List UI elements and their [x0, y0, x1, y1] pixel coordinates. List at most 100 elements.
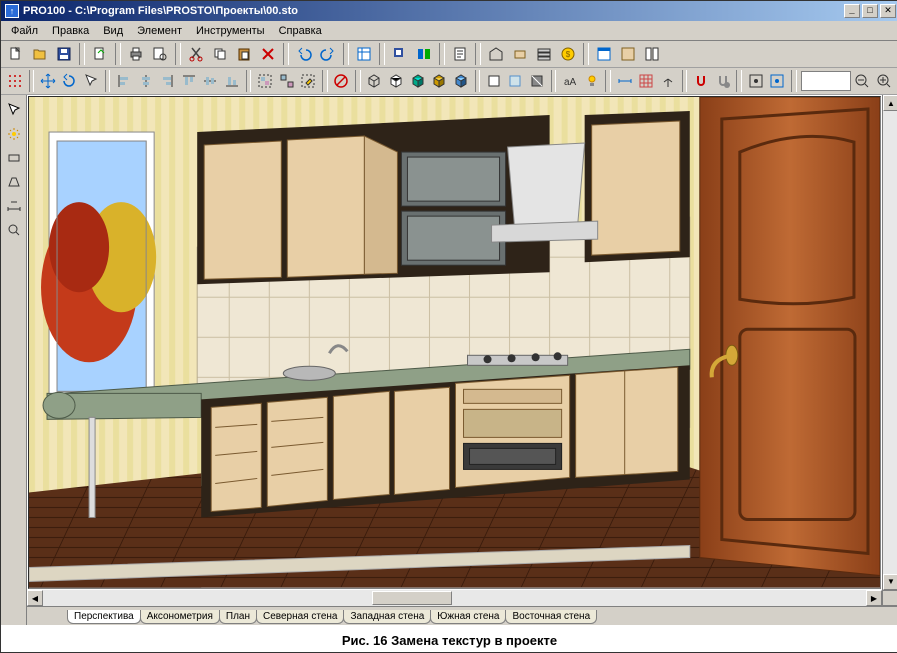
auto-center-button[interactable] — [768, 70, 788, 92]
svg-text:aA: aA — [564, 77, 577, 88]
piece-list-button[interactable] — [533, 43, 555, 65]
scroll-left-button[interactable]: ◀ — [27, 590, 43, 606]
tab-south-wall[interactable]: Южная стена — [430, 610, 506, 624]
menu-view[interactable]: Вид — [97, 23, 129, 39]
undo-button[interactable] — [293, 43, 315, 65]
zoom-tool-button[interactable] — [3, 219, 25, 241]
tab-north-wall[interactable]: Северная стена — [256, 610, 345, 624]
snap-on-button[interactable] — [691, 70, 711, 92]
align-left-button[interactable] — [114, 70, 134, 92]
app-window: ↑ PRO100 - C:\Program Files\PROSTO\Проек… — [1, 1, 897, 625]
tab-east-wall[interactable]: Восточная стена — [505, 610, 597, 624]
save-element-button[interactable] — [389, 43, 411, 65]
scroll-down-button[interactable]: ▼ — [883, 574, 897, 590]
zoom-input[interactable] — [801, 71, 851, 91]
reports-button[interactable] — [449, 43, 471, 65]
view-wireframe-button[interactable] — [365, 70, 385, 92]
title-bar: ↑ PRO100 - C:\Program Files\PROSTO\Проек… — [1, 1, 897, 21]
new-element-button[interactable] — [509, 43, 531, 65]
scroll-h-track[interactable] — [43, 590, 866, 606]
scroll-right-button[interactable]: ▶ — [866, 590, 882, 606]
menu-edit[interactable]: Правка — [46, 23, 95, 39]
scroll-up-button[interactable]: ▲ — [883, 95, 897, 111]
dimensions-button[interactable] — [615, 70, 635, 92]
align-right-button[interactable] — [158, 70, 178, 92]
rotate-tool-button[interactable] — [60, 70, 80, 92]
library-window-button[interactable] — [593, 43, 615, 65]
import-button[interactable] — [89, 43, 111, 65]
new-file-button[interactable] — [5, 43, 27, 65]
lights-button[interactable] — [582, 70, 602, 92]
tab-perspective[interactable]: Перспектива — [67, 610, 141, 624]
paste-button[interactable] — [233, 43, 255, 65]
snap-settings-button[interactable] — [713, 70, 733, 92]
snap-grid-button[interactable] — [5, 70, 25, 92]
view-textures-button[interactable] — [429, 70, 449, 92]
contours-button[interactable] — [484, 70, 504, 92]
menu-element[interactable]: Элемент — [131, 23, 188, 39]
print-preview-button[interactable] — [149, 43, 171, 65]
transparent-button[interactable] — [506, 70, 526, 92]
left-toolbar — [1, 95, 27, 625]
delete-button[interactable] — [257, 43, 279, 65]
room-button[interactable] — [485, 43, 507, 65]
align-bottom-button[interactable] — [222, 70, 242, 92]
menu-tools[interactable]: Инструменты — [190, 23, 271, 39]
dimension-tool-button[interactable] — [3, 195, 25, 217]
window-title: PRO100 - C:\Program Files\PROSTO\Проекты… — [23, 5, 298, 17]
tab-west-wall[interactable]: Западная стена — [343, 610, 431, 624]
view-tabs: Перспектива Аксонометрия План Северная с… — [27, 606, 897, 625]
align-top-button[interactable] — [179, 70, 199, 92]
align-center-v-button[interactable] — [201, 70, 221, 92]
light-tool-button[interactable] — [3, 123, 25, 145]
structure-window-button[interactable] — [641, 43, 663, 65]
shading-button[interactable] — [527, 70, 547, 92]
pointer-tool-button[interactable] — [3, 99, 25, 121]
menu-file[interactable]: Файл — [5, 23, 44, 39]
figure-caption: Рис. 16 Замена текстур в проекте — [1, 625, 897, 652]
group-button[interactable] — [255, 70, 275, 92]
toolbar-row-1: $ — [1, 41, 897, 68]
zoom-out-button[interactable] — [853, 70, 873, 92]
maximize-button[interactable]: □ — [862, 4, 878, 18]
open-file-button[interactable] — [29, 43, 51, 65]
print-button[interactable] — [125, 43, 147, 65]
no-collision-button[interactable] — [332, 70, 352, 92]
axes-button[interactable] — [658, 70, 678, 92]
minimize-button[interactable]: _ — [844, 4, 860, 18]
save-file-button[interactable] — [53, 43, 75, 65]
labels-button[interactable]: aA — [560, 70, 580, 92]
redo-button[interactable] — [317, 43, 339, 65]
materials-window-button[interactable] — [617, 43, 639, 65]
copy-button[interactable] — [209, 43, 231, 65]
close-button[interactable]: ✕ — [880, 4, 896, 18]
align-center-h-button[interactable] — [136, 70, 156, 92]
toolbar-row-2: aA — [1, 68, 897, 95]
tab-plan[interactable]: План — [219, 610, 257, 624]
menu-help[interactable]: Справка — [273, 23, 328, 39]
work-area: ▲ ▼ ◀ ▶ Перспектива Аксонометрия План Се… — [1, 95, 897, 625]
panel-tool-button[interactable] — [3, 147, 25, 169]
svg-text:$: $ — [566, 50, 571, 59]
catalog-button[interactable] — [413, 43, 435, 65]
scroll-v-track[interactable] — [883, 111, 897, 574]
move-tool-button[interactable] — [38, 70, 58, 92]
select-tool-button[interactable] — [81, 70, 101, 92]
view-sketch-button[interactable] — [386, 70, 406, 92]
scrollbar-horizontal[interactable]: ◀ ▶ — [27, 590, 897, 606]
properties-button[interactable] — [353, 43, 375, 65]
zoom-in-button[interactable] — [874, 70, 894, 92]
grid-button[interactable] — [637, 70, 657, 92]
tab-axonometry[interactable]: Аксонометрия — [140, 610, 220, 624]
view-shaded-button[interactable] — [451, 70, 471, 92]
center-view-button[interactable] — [746, 70, 766, 92]
view-colors-button[interactable] — [408, 70, 428, 92]
edit-group-button[interactable] — [298, 70, 318, 92]
scroll-h-thumb[interactable] — [372, 591, 452, 605]
3d-viewport[interactable] — [28, 96, 881, 589]
shape-tool-button[interactable] — [3, 171, 25, 193]
cut-button[interactable] — [185, 43, 207, 65]
ungroup-button[interactable] — [277, 70, 297, 92]
scrollbar-vertical[interactable]: ▲ ▼ — [882, 95, 897, 590]
price-button[interactable]: $ — [557, 43, 579, 65]
